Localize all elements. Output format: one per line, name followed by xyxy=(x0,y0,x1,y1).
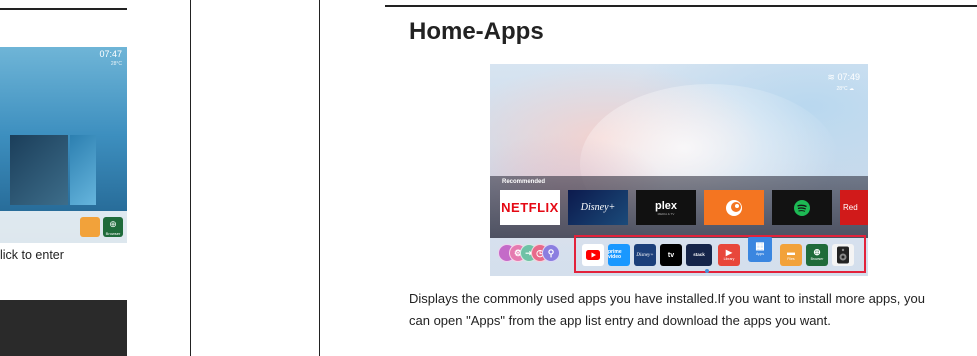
weather-temp: 28°C xyxy=(836,86,848,92)
globe-icon: ⊕ xyxy=(109,219,117,229)
left-content-panel-2 xyxy=(70,135,96,205)
cloud-icon: ☁ xyxy=(849,86,854,92)
search-icon: ⚲ xyxy=(547,247,555,258)
left-files-tile xyxy=(80,217,100,237)
page-indicator xyxy=(705,269,709,273)
left-tv-screenshot: 07:47 28°C ⊕ Browser xyxy=(0,47,127,243)
left-weather: 28°C xyxy=(110,61,122,67)
left-dark-image xyxy=(0,300,127,356)
clock-time: 07:49 xyxy=(837,72,860,82)
weather: 28°C ☁ xyxy=(836,86,854,92)
left-caption: lick to enter xyxy=(0,248,64,262)
spotify-icon xyxy=(794,199,810,216)
plex-logo: plex xyxy=(654,199,677,212)
plex-tile[interactable]: plex MEDIA & TV xyxy=(636,190,696,225)
description-paragraph: Displays the commonly used apps you have… xyxy=(409,291,925,328)
left-browser-label: Browser xyxy=(105,231,121,236)
right-page-top-rule xyxy=(385,5,977,7)
disney-logo: Disney+ xyxy=(580,202,616,213)
netflix-logo: NETFLIX xyxy=(501,200,559,215)
red-tile-label: Red xyxy=(843,203,858,212)
crunchyroll-tile[interactable] xyxy=(704,190,764,225)
left-content-panel xyxy=(10,135,68,205)
quick-circles: ⚙ ⇥ ◷ ⚲ xyxy=(498,242,568,266)
column-divider-left xyxy=(190,0,191,356)
recommended-label: Recommended xyxy=(502,179,546,185)
partial-red-tile[interactable]: Red xyxy=(840,190,868,225)
home-apps-screenshot: ≋ 07:49 28°C ☁ Recommended NETFLIX Disne… xyxy=(490,64,868,276)
page-title: Home-Apps xyxy=(409,18,544,45)
left-clock: 07:47 xyxy=(99,49,122,59)
crunchyroll-icon xyxy=(726,199,742,216)
column-divider-right xyxy=(319,0,320,356)
search-circle[interactable]: ⚲ xyxy=(542,244,560,262)
left-browser-tile: ⊕ Browser xyxy=(103,217,123,237)
spotify-tile[interactable] xyxy=(772,190,832,225)
left-dock: ⊕ Browser xyxy=(0,211,127,243)
netflix-tile[interactable]: NETFLIX xyxy=(500,190,560,225)
clock: ≋ 07:49 xyxy=(827,72,860,83)
dock-highlight-box xyxy=(574,235,866,273)
plex-sub: MEDIA & TV xyxy=(657,211,675,216)
left-page-top-rule xyxy=(0,8,127,10)
wifi-icon: ≋ xyxy=(827,72,835,82)
disney-tile[interactable]: Disney+ xyxy=(568,190,628,225)
